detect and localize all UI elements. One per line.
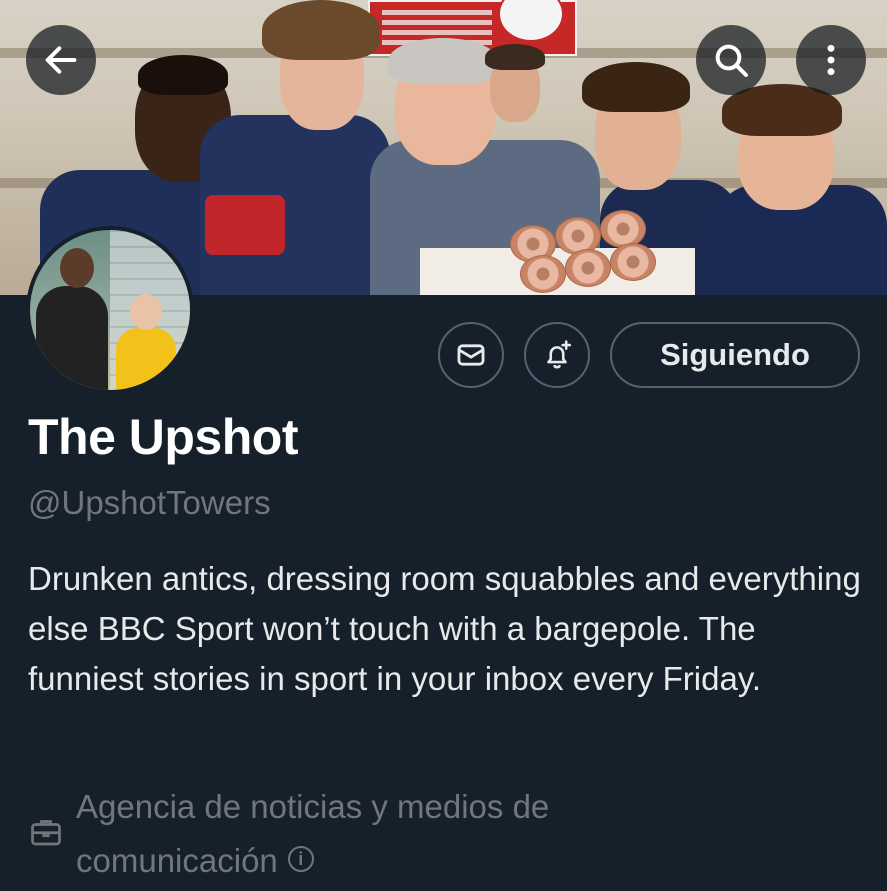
message-button[interactable] <box>438 322 504 388</box>
bell-plus-icon <box>547 340 572 369</box>
back-arrow-icon <box>45 46 77 74</box>
mail-icon <box>457 344 485 366</box>
banner-donuts <box>500 205 695 295</box>
notifications-button[interactable] <box>524 322 590 388</box>
user-handle: @UpshotTowers <box>28 484 271 521</box>
briefcase-icon <box>31 820 61 846</box>
following-button[interactable]: Siguiendo <box>610 322 860 388</box>
profile-avatar[interactable] <box>26 226 194 394</box>
back-button[interactable] <box>26 25 96 95</box>
info-icon[interactable]: i <box>287 846 314 873</box>
more-vertical-icon <box>827 44 835 76</box>
search-icon <box>715 44 748 77</box>
profile-category: Agencia de noticias y medios de comunica… <box>28 780 728 888</box>
search-button[interactable] <box>696 25 766 95</box>
category-text-wrap: Agencia de noticias y medios de comunica… <box>76 780 728 888</box>
profile-bio: Drunken antics, dressing room squabbles … <box>28 560 861 697</box>
more-options-button[interactable] <box>796 25 866 95</box>
category-label: Agencia de noticias y medios de comunica… <box>76 788 550 879</box>
display-name: The Upshot <box>28 409 298 465</box>
